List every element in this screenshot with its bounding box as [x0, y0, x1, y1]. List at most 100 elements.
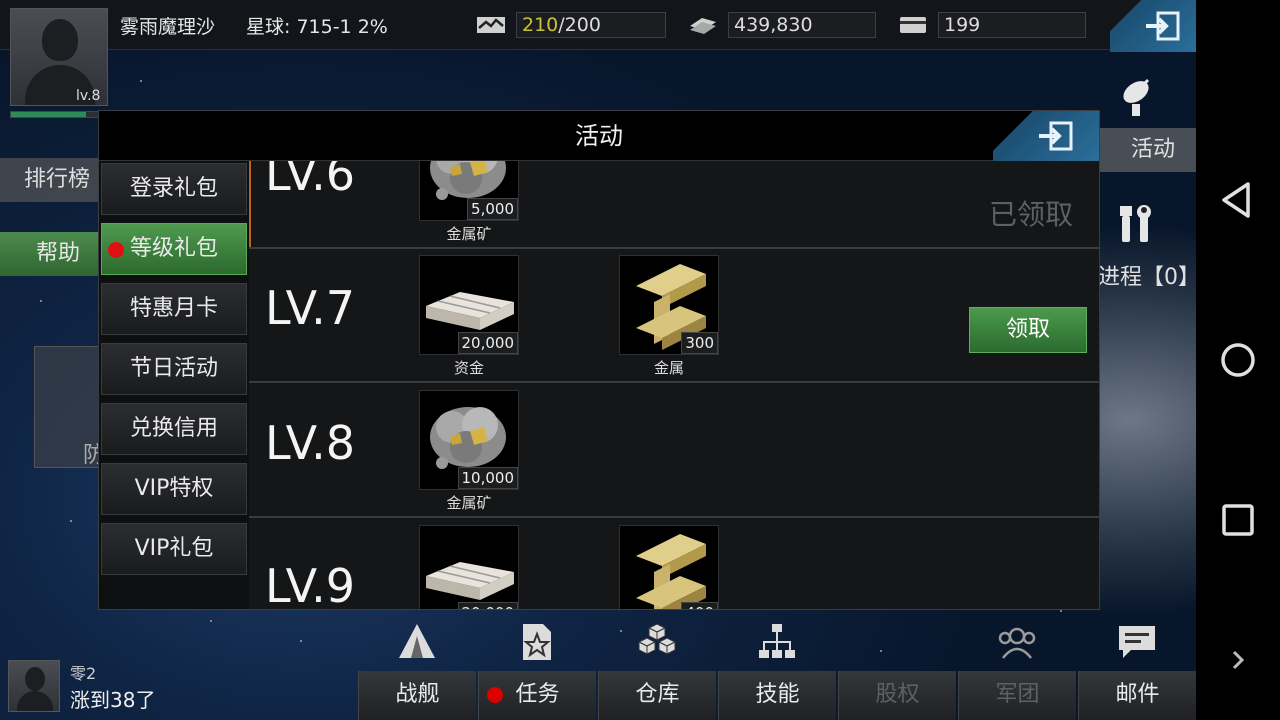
energy-current: 210 — [522, 14, 559, 36]
exit-icon — [1146, 11, 1180, 41]
reward-item[interactable]: 20,000 — [419, 255, 519, 355]
tab-list: 登录礼包等级礼包特惠月卡节日活动兑换信用 VIP特权 VIP礼包 — [99, 161, 249, 609]
reward-row: LV.6 5,000 金属矿 已领取 — [249, 161, 1099, 249]
ranking-button[interactable]: 排行榜 — [0, 158, 100, 202]
exit-button[interactable] — [1110, 0, 1196, 52]
bottom-nav-button[interactable]: 任务 — [478, 671, 596, 720]
chat-message: 涨到38了 — [70, 688, 156, 712]
chat-username: 零2 — [70, 664, 97, 683]
bottom-nav-label: 军团 — [995, 682, 1040, 707]
chevron-right-icon[interactable] — [1214, 636, 1262, 684]
tab-3[interactable]: 特惠月卡 — [101, 283, 247, 335]
claim-button[interactable]: 领取 — [969, 307, 1087, 353]
exit-icon — [1039, 121, 1073, 151]
reward-row: LV.7 20,000 资金 300 金属 领取 — [249, 249, 1099, 383]
item-quantity: 20,000 — [457, 602, 518, 609]
xp-fill — [11, 112, 86, 117]
cards-display: 199 — [938, 12, 1086, 38]
item-name: 金属 — [653, 359, 684, 377]
tab-label: 兑换信用 — [129, 416, 218, 441]
chat-preview[interactable]: 零2 涨到38了 — [0, 652, 360, 720]
satellite-dish-icon[interactable] — [1118, 74, 1158, 118]
dialog-header: 活动 — [99, 111, 1099, 161]
reward-row: LV.920,000资金400金属 — [249, 519, 1099, 609]
item-name: 金属矿 — [446, 225, 492, 243]
task-icon[interactable] — [515, 620, 559, 664]
level-label: LV.7 — [265, 281, 356, 335]
item-quantity: 20,000 — [457, 332, 518, 354]
bottom-nav-button[interactable]: 股权 — [838, 671, 956, 720]
bottom-nav-label: 技能 — [755, 682, 800, 707]
mail-icon[interactable] — [1115, 620, 1159, 664]
item-quantity: 400 — [681, 602, 718, 609]
item-name: 资金 — [453, 359, 484, 377]
tab-label: VIP礼包 — [134, 536, 214, 561]
system-nav-bar — [1196, 0, 1280, 720]
bottom-nav-button[interactable]: 技能 — [718, 671, 836, 720]
level-label: LV.6 — [265, 161, 356, 201]
item-quantity: 10,000 — [457, 467, 518, 489]
player-level: lv.8 — [76, 88, 101, 104]
help-button[interactable]: 帮助 — [0, 232, 100, 276]
bottom-nav-label: 战舰 — [395, 682, 440, 707]
claimed-status: 已领取 — [989, 198, 1074, 231]
xp-bar — [10, 111, 108, 118]
credits-display: 439,830 — [728, 12, 876, 38]
tab-6[interactable]: VIP特权 — [101, 463, 247, 515]
defense-panel[interactable]: 防 — [34, 346, 105, 468]
progress-label[interactable]: 进程【0】 — [1098, 259, 1200, 291]
chat-avatar — [8, 660, 60, 712]
tab-7[interactable]: VIP礼包 — [101, 523, 247, 575]
notification-dot — [108, 242, 124, 258]
card-icon — [900, 17, 926, 33]
notification-dot — [487, 687, 503, 703]
reward-item[interactable]: 5,000 — [419, 161, 519, 221]
warship-icon[interactable] — [395, 620, 439, 664]
warehouse-icon[interactable] — [635, 620, 679, 664]
bottom-nav-button[interactable]: 军团 — [958, 671, 1076, 720]
home-icon[interactable] — [1214, 336, 1262, 384]
reward-item[interactable]: 20,000 — [419, 525, 519, 609]
tab-label: 节日活动 — [129, 356, 218, 381]
tab-1[interactable]: 登录礼包 — [101, 163, 247, 215]
reward-item[interactable]: 400 — [619, 525, 719, 609]
bottom-nav-label: 任务 — [515, 682, 560, 707]
energy-display: 210/200 — [516, 12, 666, 38]
bottom-nav-button[interactable]: 仓库 — [598, 671, 716, 720]
activity-dialog: 活动 登录礼包等级礼包特惠月卡节日活动兑换信用 VIP特权 VIP礼包 LV.6 5,… — [98, 110, 1100, 610]
top-bar: 雾雨魔理沙 星球: 715-1 2% 210/200 439,830 199 — [0, 0, 1196, 52]
reward-row: LV.8 10,000 金属矿 — [249, 384, 1099, 518]
back-icon[interactable] — [1214, 176, 1262, 224]
item-quantity: 5,000 — [467, 198, 518, 220]
bottom-nav-button[interactable]: 战舰 — [358, 671, 476, 720]
tab-2[interactable]: 等级礼包 — [101, 223, 247, 275]
bottom-nav-label: 仓库 — [635, 682, 680, 707]
tab-label: 登录礼包 — [129, 176, 218, 201]
legion-icon[interactable] — [995, 620, 1039, 664]
skill-tree-icon[interactable] — [755, 620, 799, 664]
recents-icon[interactable] — [1214, 496, 1262, 544]
level-label: LV.8 — [265, 416, 356, 470]
player-name: 雾雨魔理沙 — [120, 16, 216, 38]
energy-max: /200 — [558, 14, 601, 36]
bottom-nav-label: 邮件 — [1115, 682, 1160, 707]
tab-label: VIP特权 — [134, 476, 214, 501]
item-quantity: 300 — [681, 332, 718, 354]
reward-item[interactable]: 300 — [619, 255, 719, 355]
reward-item[interactable]: 10,000 — [419, 390, 519, 490]
level-reward-list: LV.6 5,000 金属矿 已领取 LV.7 20,000 资金 300 金属 领取 LV.8 10… — [249, 161, 1099, 609]
credits-icon — [690, 18, 716, 34]
wrench-icon[interactable] — [1116, 202, 1156, 246]
planet-info: 星球: 715-1 2% — [246, 16, 388, 38]
bottom-nav-button[interactable]: 邮件 — [1078, 671, 1196, 720]
sidebar-activity-button[interactable]: 活动 — [1100, 128, 1196, 172]
tab-4[interactable]: 节日活动 — [101, 343, 247, 395]
item-name: 金属矿 — [446, 494, 492, 512]
energy-icon — [477, 17, 505, 33]
row-accent — [249, 161, 251, 247]
dialog-title: 活动 — [575, 122, 623, 150]
dialog-close-button[interactable] — [993, 111, 1099, 161]
tab-5[interactable]: 兑换信用 — [101, 403, 247, 455]
tab-label: 特惠月卡 — [129, 296, 218, 321]
tab-label: 等级礼包 — [129, 236, 218, 261]
